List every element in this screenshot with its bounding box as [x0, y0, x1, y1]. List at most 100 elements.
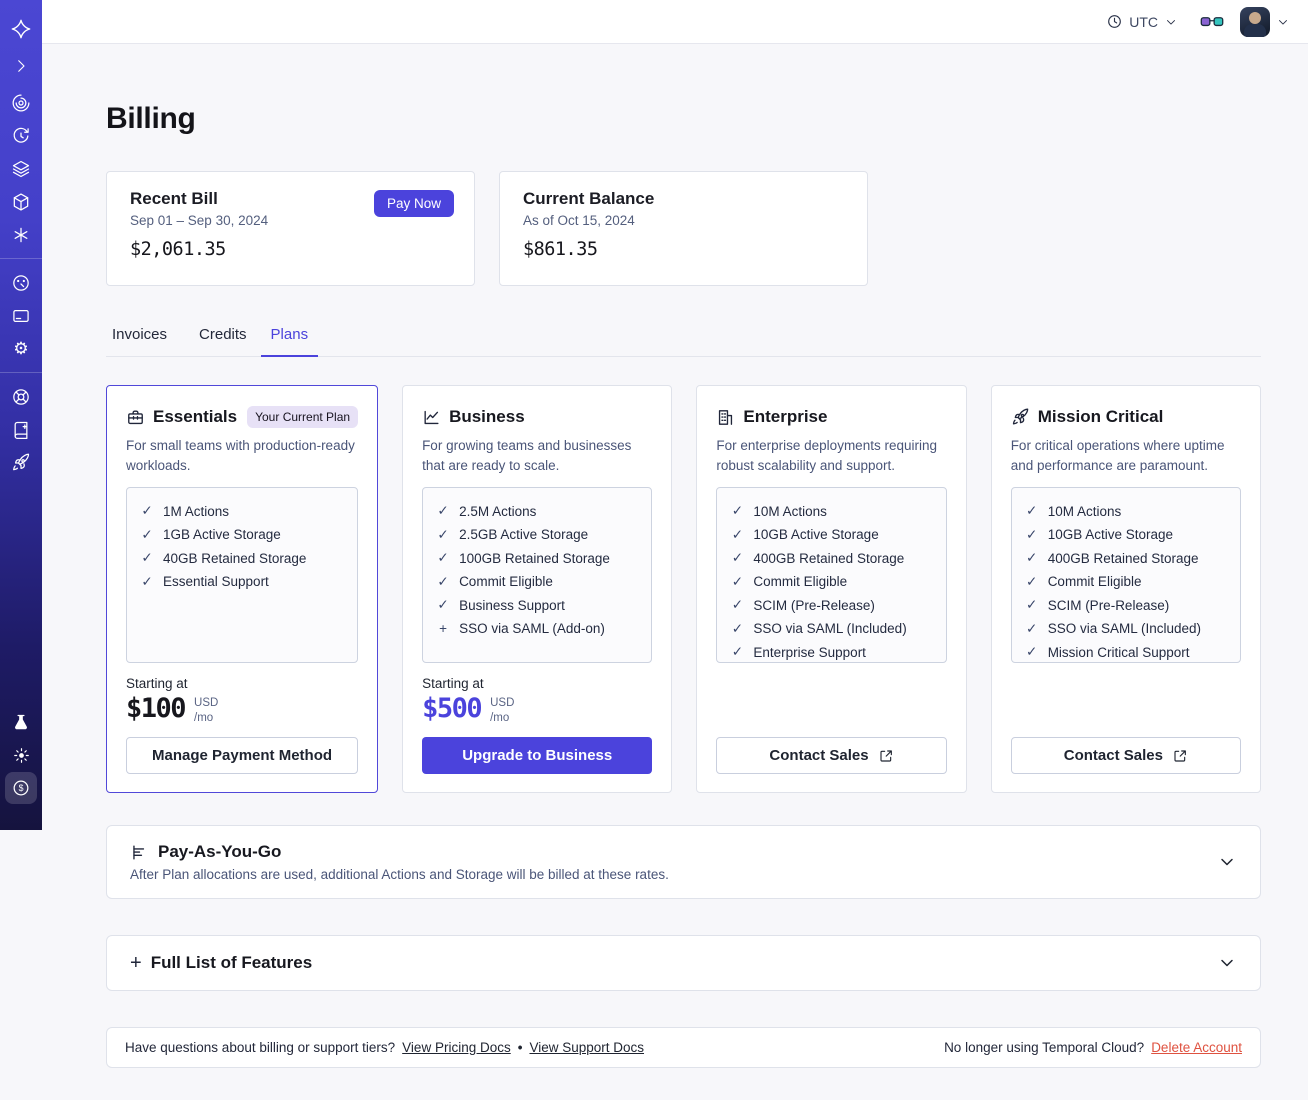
plan-feature: ✓ SSO via SAML (Included): [730, 621, 932, 637]
layers-icon[interactable]: [4, 152, 38, 185]
plan-feature-label: Enterprise Support: [753, 644, 866, 660]
plan-name: Enterprise: [743, 407, 828, 426]
plan-card-enterprise: Enterprise For enterprise deployments re…: [696, 385, 967, 793]
separator-dot: •: [517, 1040, 523, 1055]
plan-feature: ✓ SCIM (Pre-Release): [730, 597, 932, 613]
pricing-docs-link[interactable]: View Pricing Docs: [402, 1040, 511, 1055]
check-icon: ✓: [731, 644, 744, 659]
billing-summary-row: Recent Bill Sep 01 – Sep 30, 2024 $2,061…: [106, 171, 1261, 286]
delete-account-link[interactable]: Delete Account: [1151, 1040, 1242, 1055]
plan-feature-label: Essential Support: [163, 574, 269, 589]
plan-feature-label: SCIM (Pre-Release): [1047, 597, 1170, 613]
plan-feature-label: SSO via SAML (Included): [753, 621, 907, 636]
external-link-icon: [880, 749, 892, 762]
check-icon: ✓: [731, 503, 744, 518]
billing-card-icon[interactable]: [4, 299, 38, 332]
preview-glasses-icon[interactable]: [1200, 14, 1224, 30]
plan-feature-box: ✓ 10M Actions ✓ 10GB Active Storage ✓ 400GB R…: [716, 487, 947, 663]
plan-feature: ✓ 2.5GB Active Storage: [436, 527, 638, 543]
getting-started-rocket-icon[interactable]: [4, 446, 38, 479]
chevron-down-icon: [1167, 19, 1175, 25]
user-avatar: [1240, 6, 1270, 37]
current-plan-badge: Your Current Plan: [247, 406, 359, 428]
check-icon: ✓: [731, 620, 744, 636]
price-prefix: Starting at: [126, 676, 188, 691]
plan-feature: + SSO via SAML (Add-on): [436, 621, 638, 636]
check-icon: ✓: [731, 573, 744, 589]
plan-feature-list: ✓ 1M Actions ✓ 1GB Active Storage ✓ 40GB Reta…: [140, 503, 344, 590]
theme-sun-icon[interactable]: [4, 739, 38, 772]
plan-card-mission-critical: Mission Critical For critical operations…: [990, 385, 1261, 793]
plan-feature: ✓ 10GB Active Storage: [1025, 527, 1227, 543]
tab-plans[interactable]: Plans: [260, 320, 319, 357]
contact-sales-button[interactable]: Contact Sales: [1010, 737, 1241, 774]
current-balance-amount: $861.35: [523, 239, 598, 260]
timezone-selector[interactable]: UTC: [1106, 13, 1178, 30]
check-icon: ✓: [731, 550, 744, 565]
plan-price: Starting at $100 USD /mo: [126, 676, 358, 726]
recent-bill-amount: $2,061.35: [130, 239, 226, 260]
labs-flask-icon[interactable]: [4, 706, 38, 739]
plan-feature: ✓ 1M Actions: [140, 503, 344, 519]
current-balance-card: Current Balance As of Oct 15, 2024 $861.…: [499, 171, 868, 286]
contact-sales-button[interactable]: Contact Sales: [716, 737, 947, 774]
plan-feature-list: ✓ 2.5M Actions ✓ 2.5GB Active Storage ✓ 100GB…: [436, 503, 638, 636]
plan-feature-label: Mission Critical Support: [1047, 644, 1190, 660]
full-features-accordion[interactable]: + Full List of Features: [106, 935, 1261, 991]
full-features-title: Full List of Features: [150, 953, 313, 972]
plans-grid: Essentials Your Current Plan For small t…: [106, 385, 1261, 793]
billing-active-icon[interactable]: $: [5, 772, 37, 804]
payg-description: After Plan allocations are used, additio…: [130, 867, 669, 882]
check-icon: ✓: [141, 550, 153, 565]
schedules-icon[interactable]: [4, 119, 38, 152]
docs-book-icon[interactable]: [4, 413, 38, 446]
price-currency: USD: [194, 697, 219, 709]
plan-feature-label: SSO via SAML (Included): [1047, 621, 1201, 636]
footer-question: Have questions about billing or support …: [125, 1040, 396, 1055]
price-amount: $100: [126, 693, 187, 724]
check-icon: ✓: [731, 526, 744, 542]
plan-feature: ✓ SCIM (Pre-Release): [1025, 597, 1227, 613]
tab-invoices[interactable]: Invoices: [106, 320, 185, 356]
tab-credits[interactable]: Credits: [185, 320, 261, 356]
price-period: /mo: [194, 711, 214, 724]
price-period: /mo: [490, 711, 510, 724]
plan-feature-label: SCIM (Pre-Release): [753, 597, 875, 613]
check-icon: ✓: [731, 597, 744, 612]
plan-description: For growing teams and businesses that ar…: [422, 438, 632, 473]
plan-feature-label: 2.5M Actions: [459, 503, 537, 519]
plan-name: Business: [449, 407, 525, 426]
manage-payment-button[interactable]: Manage Payment Method: [126, 737, 359, 774]
asterisk-icon[interactable]: [4, 218, 38, 251]
plan-feature-label: Commit Eligible: [1047, 574, 1142, 589]
pay-now-button[interactable]: Pay Now: [373, 190, 454, 217]
payg-accordion[interactable]: Pay-As-You-Go After Plan allocations are…: [106, 825, 1261, 899]
price-prefix: Starting at: [422, 676, 484, 691]
current-balance-date: As of Oct 15, 2024: [523, 213, 635, 228]
plan-feature: ✓ 10M Actions: [730, 503, 932, 519]
usage-gauge-icon[interactable]: [4, 266, 38, 299]
check-icon: ✓: [141, 573, 153, 589]
temporal-logo-icon[interactable]: [4, 12, 38, 45]
plan-feature: ✓ Commit Eligible: [730, 574, 932, 590]
plan-feature-label: 1M Actions: [163, 503, 230, 519]
expand-sidebar-icon[interactable]: [4, 49, 38, 82]
user-menu[interactable]: [1240, 6, 1290, 37]
left-nav-rail: ⚙ $: [0, 0, 42, 830]
cube-icon[interactable]: [4, 185, 38, 218]
check-icon: ✓: [437, 597, 449, 612]
plan-feature-label: 2.5GB Active Storage: [459, 527, 589, 542]
chevron-down-icon[interactable]: [1217, 852, 1237, 872]
chevron-down-icon[interactable]: [1217, 953, 1237, 973]
support-lifebuoy-icon[interactable]: [4, 380, 38, 413]
support-docs-link[interactable]: View Support Docs: [529, 1040, 644, 1055]
namespaces-icon[interactable]: [4, 86, 38, 119]
toolbox-icon: [128, 409, 143, 424]
check-icon: ✓: [1026, 620, 1038, 636]
upgrade-business-button[interactable]: Upgrade to Business: [422, 737, 653, 774]
plan-feature-list: ✓ 10M Actions ✓ 10GB Active Storage ✓ 400GB R…: [730, 503, 932, 660]
plan-feature: ✓ Mission Critical Support: [1025, 644, 1227, 660]
plan-feature: ✓ 10GB Active Storage: [730, 527, 932, 543]
rocket-icon: [1012, 408, 1028, 425]
settings-gear-icon[interactable]: ⚙: [4, 332, 38, 365]
